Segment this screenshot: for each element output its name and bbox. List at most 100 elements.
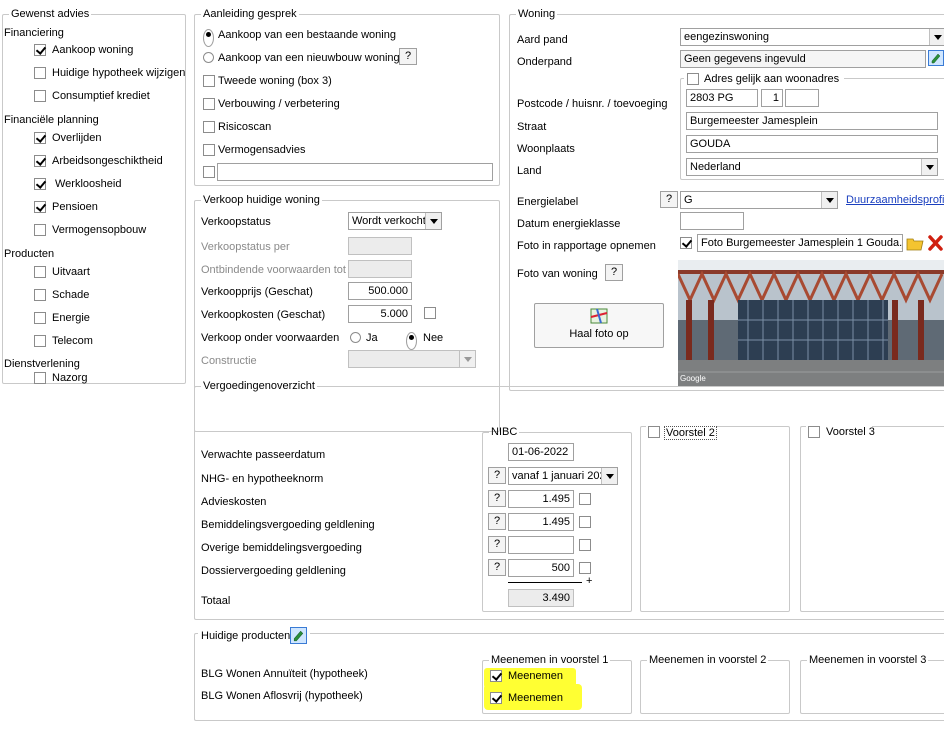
verkoopstatus-per-input[interactable] — [348, 237, 412, 255]
edit-icon[interactable] — [290, 627, 307, 644]
foto-woning-help-button[interactable]: ? — [605, 264, 623, 281]
verkoopprijs-label: Verkoopprijs (Geschat) — [201, 286, 313, 298]
dossiervergoeding-input[interactable]: 500 — [508, 559, 574, 577]
arbeidsongeschiktheid-checkbox[interactable] — [34, 155, 46, 167]
energielabel-help-button[interactable]: ? — [660, 191, 678, 208]
bestaande-woning-radio[interactable] — [203, 29, 214, 47]
energielabel-value: G — [684, 194, 693, 206]
advieskosten-help-button[interactable]: ? — [488, 490, 506, 507]
werkloosheid-checkbox[interactable] — [34, 178, 46, 190]
edit-icon[interactable] — [928, 50, 944, 66]
telecom-checkbox[interactable] — [34, 335, 46, 347]
pensioen-checkbox[interactable] — [34, 201, 46, 213]
verkoopprijs-input[interactable]: 500.000 — [348, 282, 412, 300]
energielabel-select[interactable]: G — [680, 191, 838, 209]
financiering-header: Financiering — [4, 27, 64, 39]
overige-bemiddeling-help-button[interactable]: ? — [488, 536, 506, 553]
straat-input[interactable]: Burgemeester Jamesplein — [686, 112, 938, 130]
onderpand-input: Geen gegevens ingevuld — [680, 50, 926, 68]
vermogensopbouw-checkbox[interactable] — [34, 224, 46, 236]
verkoopstatus-select[interactable]: Wordt verkocht — [348, 212, 442, 230]
voorstel2-label: Voorstel 2 — [664, 426, 717, 440]
foto-woning-label: Foto van woning — [517, 268, 598, 280]
verbouwing-checkbox[interactable] — [203, 98, 215, 110]
foto-rapportage-checkbox[interactable] — [680, 237, 692, 249]
verkoopkosten-input[interactable]: 5.000 — [348, 305, 412, 323]
voorstel2-checkbox[interactable] — [648, 426, 660, 438]
nazorg-checkbox[interactable] — [34, 372, 46, 384]
voorstel3-checkbox[interactable] — [808, 426, 820, 438]
tweede-woning-label: Tweede woning (box 3) — [218, 75, 332, 87]
land-value: Nederland — [690, 161, 741, 173]
passeerdatum-input[interactable]: 01-06-2022 — [508, 443, 574, 461]
uitvaart-checkbox[interactable] — [34, 266, 46, 278]
huisnummer-input[interactable]: 1 — [761, 89, 783, 107]
land-select[interactable]: Nederland — [686, 158, 938, 176]
chevron-down-icon — [459, 351, 475, 367]
consumptief-krediet-checkbox[interactable] — [34, 90, 46, 102]
aard-pand-select[interactable]: eengezinswoning — [680, 28, 944, 46]
overlijden-label: Overlijden — [52, 132, 102, 144]
datum-energieklasse-input[interactable] — [680, 212, 744, 230]
bemiddeling-checkbox[interactable] — [579, 516, 591, 528]
haal-foto-button[interactable]: Haal foto op — [534, 303, 664, 348]
nieuwbouw-help-button[interactable]: ? — [399, 48, 417, 65]
constructie-select[interactable] — [348, 350, 476, 368]
woonplaats-input[interactable]: GOUDA — [686, 135, 938, 153]
energie-label: Energie — [52, 312, 90, 324]
toevoeging-input[interactable] — [785, 89, 819, 107]
verkoopstatus-label: Verkoopstatus — [201, 216, 271, 228]
chevron-down-icon — [601, 468, 617, 484]
foto-bestand-input[interactable]: Foto Burgemeester Jamesplein 1 Gouda.jpg — [697, 234, 903, 252]
duurzaamheidsprofiel-link[interactable]: Duurzaamheidsprofie — [846, 194, 944, 206]
consumptief-krediet-label: Consumptief krediet — [52, 90, 150, 102]
aankoop-woning-checkbox[interactable] — [34, 44, 46, 56]
voorwaarden-ja-radio[interactable] — [350, 332, 361, 343]
overig-checkbox[interactable] — [203, 166, 215, 178]
bemiddeling-help-button[interactable]: ? — [488, 513, 506, 530]
energie-checkbox[interactable] — [34, 312, 46, 324]
overig-input[interactable] — [217, 163, 493, 181]
hypotheeknorm-select[interactable]: vanaf 1 januari 202 — [508, 467, 618, 485]
vermogensadvies-label: Vermogensadvies — [218, 144, 306, 156]
aard-pand-value: eengezinswoning — [684, 31, 770, 43]
planning-header: Financiële planning — [4, 114, 99, 126]
foto-rapportage-label: Foto in rapportage opnemen — [517, 240, 656, 252]
advieskosten-label: Advieskosten — [201, 496, 267, 508]
nieuwbouw-woning-radio[interactable] — [203, 52, 214, 63]
verkoopstatus-per-label: Verkoopstatus per — [201, 241, 290, 253]
schade-checkbox[interactable] — [34, 289, 46, 301]
folder-icon[interactable] — [906, 234, 924, 252]
hypotheeknorm-help-button[interactable]: ? — [488, 467, 506, 484]
postcode-input[interactable]: 2803 PG — [686, 89, 758, 107]
delete-icon[interactable] — [927, 234, 944, 252]
totaal-label: Totaal — [201, 595, 231, 607]
overige-bemiddeling-checkbox[interactable] — [579, 539, 591, 551]
ontbindende-input[interactable] — [348, 260, 412, 278]
hypotheek-wijzigen-checkbox[interactable] — [34, 67, 46, 79]
producten-header: Producten — [4, 248, 55, 260]
advieskosten-input[interactable]: 1.495 — [508, 490, 574, 508]
adres-gelijk-checkbox[interactable] — [687, 73, 699, 85]
aanleiding-legend: Aanleiding gesprek — [203, 8, 297, 20]
advieskosten-checkbox[interactable] — [579, 493, 591, 505]
land-label: Land — [517, 165, 542, 177]
risicoscan-checkbox[interactable] — [203, 121, 215, 133]
chevron-down-icon — [425, 213, 441, 229]
meenemen2-column: Meenemen in voorstel 2 — [640, 654, 790, 714]
meenemen-aflosvrij-checkbox[interactable] — [490, 692, 502, 704]
verkoopkosten-checkbox[interactable] — [424, 307, 436, 319]
dossiervergoeding-checkbox[interactable] — [579, 562, 591, 574]
risicoscan-label: Risicoscan — [218, 121, 272, 133]
meenemen1-legend: Meenemen in voorstel 1 — [491, 654, 609, 666]
overlijden-checkbox[interactable] — [34, 132, 46, 144]
energielabel-label: Energielabel — [517, 196, 579, 208]
voorwaarden-nee-radio[interactable] — [406, 332, 417, 350]
overige-bemiddeling-input[interactable] — [508, 536, 574, 554]
bemiddeling-input[interactable]: 1.495 — [508, 513, 574, 531]
meenemen-annuiteit-checkbox[interactable] — [490, 670, 502, 682]
chevron-down-icon — [921, 159, 937, 175]
tweede-woning-checkbox[interactable] — [203, 75, 215, 87]
vermogensadvies-checkbox[interactable] — [203, 144, 215, 156]
dossiervergoeding-help-button[interactable]: ? — [488, 559, 506, 576]
